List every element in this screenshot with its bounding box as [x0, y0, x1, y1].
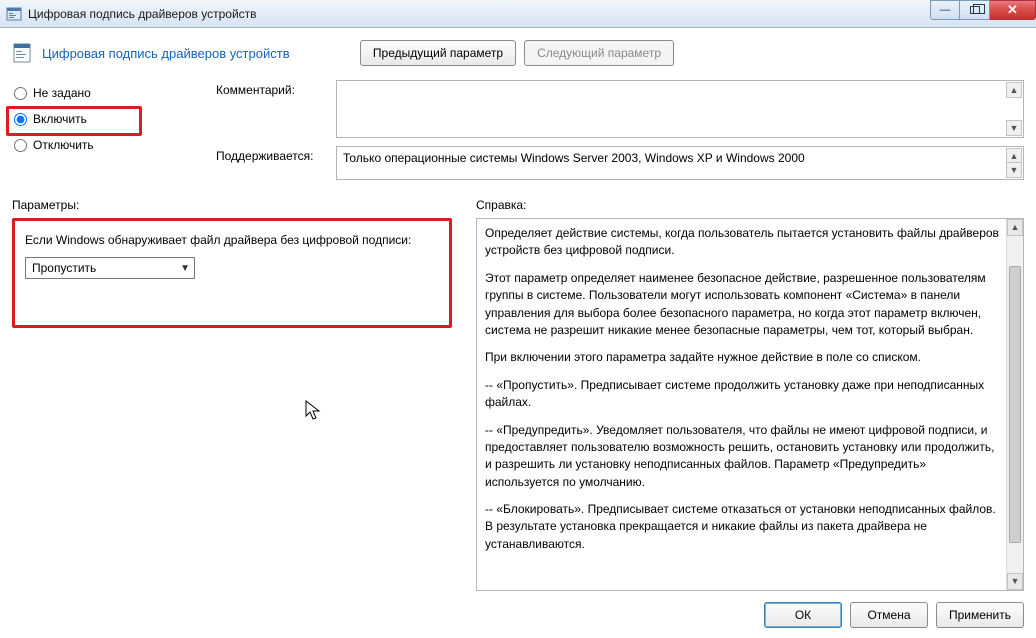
supported-label: Поддерживается:	[216, 146, 326, 180]
parameters-label: Параметры:	[12, 198, 452, 212]
maximize-button[interactable]	[960, 0, 990, 20]
help-text: Определяет действие системы, когда польз…	[485, 225, 999, 260]
next-setting-button: Следующий параметр	[524, 40, 674, 66]
supported-text: Только операционные системы Windows Serv…	[343, 151, 805, 165]
dialog-footer: ОК Отмена Применить	[12, 591, 1024, 628]
scroll-up-icon[interactable]: ▲	[1006, 82, 1022, 98]
window-controls: — ✕	[930, 0, 1036, 20]
minimize-button[interactable]: —	[930, 0, 960, 20]
previous-setting-button[interactable]: Предыдущий параметр	[360, 40, 516, 66]
help-text: При включении этого параметра задайте ну…	[485, 349, 999, 366]
scroll-thumb[interactable]	[1009, 266, 1021, 543]
radio-not-configured-label: Не задано	[33, 86, 91, 100]
title-bar: Цифровая подпись драйверов устройств — ✕	[0, 0, 1036, 28]
supported-field: Только операционные системы Windows Serv…	[336, 146, 1024, 180]
help-scrollbar[interactable]: ▲ ▼	[1006, 219, 1023, 590]
scroll-down-icon[interactable]: ▼	[1006, 120, 1022, 136]
radio-enabled[interactable]: Включить	[12, 106, 202, 132]
comment-field[interactable]: ▲ ▼	[336, 80, 1024, 138]
radio-enabled-input[interactable]	[14, 113, 27, 126]
scroll-down-icon[interactable]: ▼	[1007, 573, 1023, 590]
chevron-down-icon: ▼	[180, 263, 190, 274]
help-text: -- «Пропустить». Предписывает системе пр…	[485, 377, 999, 412]
help-panel: Определяет действие системы, когда польз…	[476, 218, 1024, 591]
help-text: -- «Блокировать». Предписывает системе о…	[485, 501, 999, 553]
unsigned-driver-prompt: Если Windows обнаруживает файл драйвера …	[25, 233, 439, 247]
unsigned-driver-action-combo[interactable]: Пропустить ▼	[25, 257, 195, 279]
cancel-button[interactable]: Отмена	[850, 602, 928, 628]
scroll-down-icon[interactable]: ▼	[1006, 162, 1022, 178]
radio-disabled-input[interactable]	[14, 139, 27, 152]
apply-button[interactable]: Применить	[936, 602, 1024, 628]
state-radio-group: Не задано Включить Отключить	[12, 80, 202, 180]
policy-icon	[12, 42, 34, 64]
radio-enabled-label: Включить	[33, 112, 87, 126]
close-button[interactable]: ✕	[990, 0, 1036, 20]
policy-title: Цифровая подпись драйверов устройств	[42, 46, 290, 61]
scroll-up-icon[interactable]: ▲	[1007, 219, 1023, 236]
help-text: Этот параметр определяет наименее безопа…	[485, 270, 999, 340]
radio-not-configured[interactable]: Не задано	[12, 80, 202, 106]
radio-not-configured-input[interactable]	[14, 87, 27, 100]
help-label: Справка:	[476, 198, 1024, 212]
policy-header: Цифровая подпись драйверов устройств Пре…	[12, 36, 1024, 80]
parameters-panel: Если Windows обнаруживает файл драйвера …	[12, 218, 452, 328]
ok-button[interactable]: ОК	[764, 602, 842, 628]
radio-disabled[interactable]: Отключить	[12, 132, 202, 158]
radio-disabled-label: Отключить	[33, 138, 94, 152]
help-text: -- «Предупредить». Уведомляет пользовате…	[485, 422, 999, 492]
comment-label: Комментарий:	[216, 80, 326, 138]
app-icon	[6, 6, 22, 22]
combo-value: Пропустить	[32, 261, 96, 275]
window-title: Цифровая подпись драйверов устройств	[28, 7, 257, 21]
